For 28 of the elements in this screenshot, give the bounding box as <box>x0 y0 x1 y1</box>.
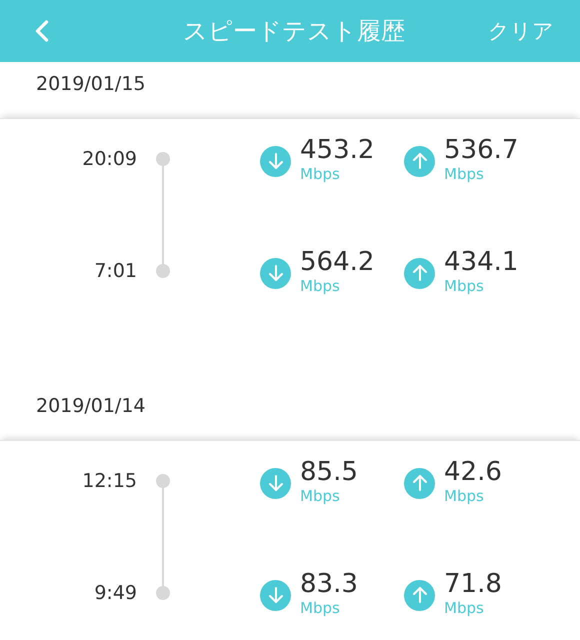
speed-unit: Mbps <box>300 487 341 505</box>
date-heading: 2019/01/14 <box>36 395 146 417</box>
speed-unit: Mbps <box>300 599 341 617</box>
download-speed: 453.2 <box>300 135 374 165</box>
speed-unit: Mbps <box>300 277 341 295</box>
download-speed: 83.3 <box>300 569 358 599</box>
speed-unit: Mbps <box>444 487 485 505</box>
test-time: 20:09 <box>81 148 137 170</box>
page-title: スピードテスト履歴 <box>182 16 406 47</box>
timeline-dot <box>156 264 170 278</box>
speed-unit: Mbps <box>444 165 485 183</box>
test-time: 12:15 <box>81 470 137 492</box>
download-speed: 85.5 <box>300 457 358 487</box>
upload-speed: 434.1 <box>444 247 518 277</box>
upload-speed: 71.8 <box>444 569 502 599</box>
clear-button[interactable]: クリア <box>488 17 554 45</box>
speed-unit: Mbps <box>300 165 341 183</box>
timeline-dot <box>156 586 170 600</box>
timeline-dot <box>156 474 170 488</box>
speed-unit: Mbps <box>444 599 485 617</box>
test-time: 7:01 <box>93 260 137 282</box>
speed-unit: Mbps <box>444 277 485 295</box>
upload-speed: 42.6 <box>444 457 502 487</box>
test-time: 9:49 <box>93 582 137 604</box>
download-speed: 564.2 <box>300 247 374 277</box>
date-heading: 2019/01/15 <box>36 73 146 95</box>
upload-speed: 536.7 <box>444 135 518 165</box>
timeline-dot <box>156 152 170 166</box>
